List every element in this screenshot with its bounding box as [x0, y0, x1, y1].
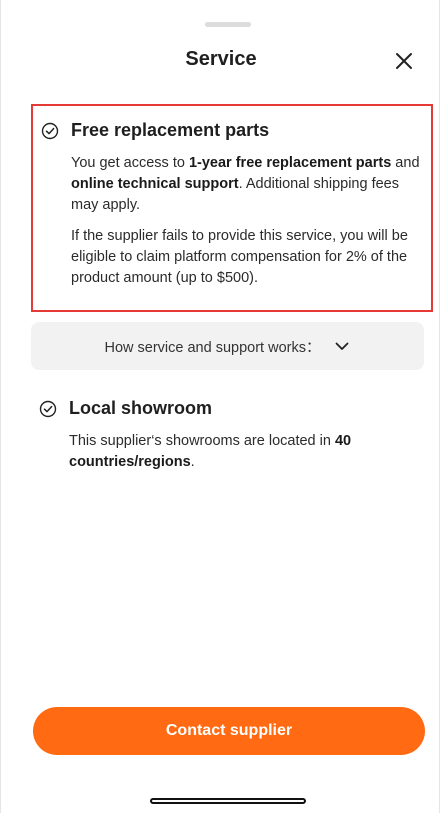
home-indicator [150, 798, 306, 804]
replacement-parts-description: You get access to 1-year free replacemen… [71, 155, 420, 213]
how-service-works-label: How service and support works： [104, 339, 321, 356]
local-showroom-title: Local showroom [69, 398, 213, 418]
replacement-parts-section: Free replacement parts You get access to… [31, 104, 433, 312]
check-circle-icon [39, 400, 57, 418]
service-bottom-sheet: Service Free replacement parts You get a… [0, 0, 440, 813]
contact-supplier-button[interactable]: Contact supplier [33, 707, 425, 755]
compensation-description: If the supplier fails to provide this se… [71, 228, 408, 286]
how-service-works-button[interactable]: How service and support works： [31, 322, 424, 370]
check-circle-icon [41, 122, 59, 140]
close-icon[interactable] [395, 52, 413, 70]
sheet-grabber[interactable] [205, 22, 251, 27]
chevron-down-icon [334, 338, 350, 354]
local-showroom-section: Local showroom This supplier‘s showrooms… [31, 398, 433, 473]
sheet-title: Service [185, 48, 257, 70]
replacement-parts-title: Free replacement parts [71, 120, 270, 140]
local-showroom-description: This supplier‘s showrooms are located in… [69, 433, 352, 470]
